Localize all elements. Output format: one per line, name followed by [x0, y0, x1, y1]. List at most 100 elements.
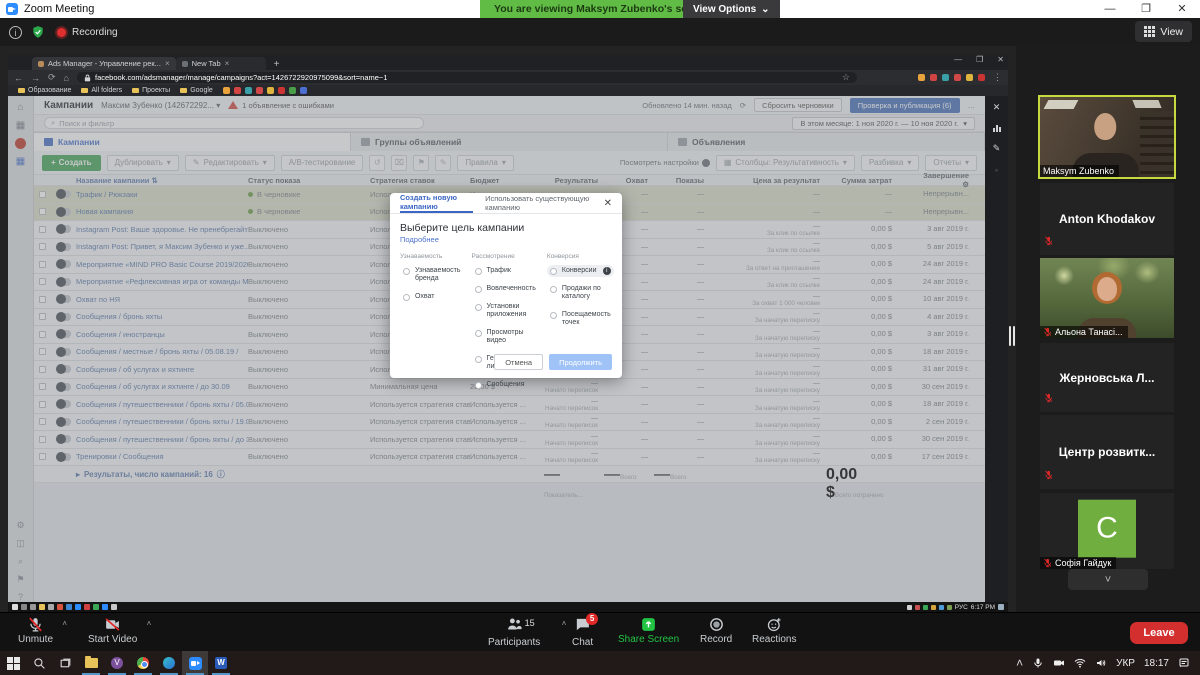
- language-indicator[interactable]: УКР: [1116, 658, 1135, 669]
- radio-icon[interactable]: [550, 268, 557, 275]
- objective-option[interactable]: Установки приложения: [472, 301, 539, 321]
- audio-options-caret[interactable]: ˄: [62, 619, 67, 628]
- security-shield-icon[interactable]: [31, 25, 45, 39]
- participant-tile[interactable]: Anton Khodakov: [1040, 183, 1174, 255]
- radio-icon[interactable]: [550, 312, 557, 319]
- reactions-button[interactable]: Reactions: [752, 616, 796, 645]
- radio-icon[interactable]: [475, 304, 482, 311]
- home-icon[interactable]: ⌂: [64, 73, 69, 83]
- back-icon[interactable]: ←: [14, 73, 23, 83]
- participants-button[interactable]: 15 Participants ˄: [488, 616, 540, 648]
- bookmark-star-icon[interactable]: ☆: [842, 72, 850, 83]
- record-button[interactable]: Record: [700, 616, 732, 645]
- taskbar-task-view[interactable]: [52, 651, 78, 675]
- video-options-caret[interactable]: ˄: [147, 619, 152, 628]
- share-screen-button[interactable]: Share Screen: [618, 616, 679, 645]
- restore-button[interactable]: ❐: [1128, 0, 1164, 18]
- more-participants-button[interactable]: ˅: [1068, 569, 1148, 590]
- participant-tile[interactable]: Maksym Zubenko: [1040, 97, 1174, 177]
- extension-icon[interactable]: [978, 74, 985, 81]
- taskbar-zoom[interactable]: [182, 651, 208, 675]
- objective-option[interactable]: Конверсииi: [547, 265, 614, 277]
- view-layout-button[interactable]: View: [1135, 21, 1192, 42]
- radio-icon[interactable]: [475, 356, 482, 363]
- tray-mic-icon[interactable]: [1032, 657, 1044, 669]
- objective-option[interactable]: Сообщения: [472, 379, 539, 391]
- circle-icon[interactable]: ◦: [995, 165, 998, 175]
- hidden-icons-chevron[interactable]: ˄: [1016, 656, 1023, 670]
- extension-icon[interactable]: [966, 74, 973, 81]
- pencil-icon[interactable]: ✎: [993, 143, 1001, 154]
- favicon-icon[interactable]: [223, 87, 230, 94]
- start-video-button[interactable]: Start Video ˄: [88, 616, 137, 645]
- participant-tile[interactable]: CСофія Гайдук: [1040, 493, 1174, 569]
- tab-create-new-campaign[interactable]: Создать новую кампанию: [400, 193, 473, 213]
- continue-button[interactable]: Продолжить: [549, 354, 612, 370]
- browser-minimize-button[interactable]: —: [954, 55, 962, 64]
- taskbar-word[interactable]: W: [208, 651, 234, 675]
- bookmark-item[interactable]: Google: [180, 87, 213, 94]
- browser-restore-button[interactable]: ❐: [976, 55, 983, 64]
- tab-close-icon[interactable]: ×: [225, 59, 230, 68]
- url-field[interactable]: facebook.com/adsmanager/manage/campaigns…: [77, 72, 857, 83]
- bookmark-item[interactable]: All folders: [81, 87, 122, 94]
- radio-icon[interactable]: [550, 286, 557, 293]
- modal-close-icon[interactable]: ✕: [604, 198, 612, 209]
- forward-icon[interactable]: →: [31, 73, 40, 83]
- action-center-icon[interactable]: [1178, 657, 1190, 669]
- objective-option[interactable]: Узнаваемость бренда: [400, 265, 464, 285]
- objective-option[interactable]: Посещаемость точек: [547, 309, 614, 329]
- clock[interactable]: 18:17: [1144, 658, 1169, 669]
- tray-volume-icon[interactable]: [1095, 657, 1107, 669]
- learn-more-link[interactable]: Подробнее: [400, 235, 612, 244]
- chat-button[interactable]: 5 Chat: [572, 616, 593, 648]
- tab-close-icon[interactable]: ×: [165, 59, 170, 68]
- taskbar-start[interactable]: [0, 651, 26, 675]
- radio-icon[interactable]: [403, 294, 410, 301]
- extension-icon[interactable]: [930, 74, 937, 81]
- participant-tile[interactable]: Центр розвитк...: [1040, 415, 1174, 489]
- browser-tab[interactable]: Ads Manager - Управление рек...×: [32, 57, 176, 70]
- extension-icon[interactable]: [954, 74, 961, 81]
- chart-icon[interactable]: [993, 124, 1001, 132]
- favicon-icon[interactable]: [300, 87, 307, 94]
- tray-camera-icon[interactable]: [1053, 657, 1065, 669]
- close-icon[interactable]: ✕: [993, 102, 1001, 113]
- favicon-icon[interactable]: [289, 87, 296, 94]
- reload-icon[interactable]: ⟳: [48, 72, 56, 83]
- favicon-icon[interactable]: [278, 87, 285, 94]
- radio-icon[interactable]: [475, 330, 482, 337]
- leave-button[interactable]: Leave: [1130, 622, 1188, 644]
- taskbar-search[interactable]: [26, 651, 52, 675]
- browser-tab[interactable]: New Tab×: [176, 57, 266, 70]
- browser-close-button[interactable]: ✕: [997, 55, 1004, 64]
- radio-icon[interactable]: [475, 268, 482, 275]
- close-button[interactable]: ✕: [1164, 0, 1200, 18]
- cancel-button[interactable]: Отмена: [494, 354, 543, 370]
- radio-icon[interactable]: [475, 286, 482, 293]
- favicon-icon[interactable]: [234, 87, 241, 94]
- radio-icon[interactable]: [403, 268, 410, 275]
- tray-wifi-icon[interactable]: [1074, 657, 1086, 669]
- bookmark-item[interactable]: Проекты: [132, 87, 170, 94]
- view-options-button[interactable]: View Options ⌄: [683, 0, 780, 18]
- extension-icon[interactable]: [918, 74, 925, 81]
- minimize-button[interactable]: —: [1092, 0, 1128, 18]
- objective-option[interactable]: Вовлеченность: [472, 283, 539, 295]
- panel-resize-handle[interactable]: [1009, 326, 1015, 346]
- objective-option[interactable]: Трафик: [472, 265, 539, 277]
- participants-caret[interactable]: ˄: [562, 619, 567, 628]
- favicon-icon[interactable]: [267, 87, 274, 94]
- taskbar-edge[interactable]: [156, 651, 182, 675]
- taskbar-viber[interactable]: V: [104, 651, 130, 675]
- info-icon[interactable]: i: [603, 267, 611, 275]
- favicon-icon[interactable]: [256, 87, 263, 94]
- bookmark-item[interactable]: Образование: [18, 87, 71, 94]
- unmute-button[interactable]: Unmute ˄: [18, 616, 53, 645]
- objective-option[interactable]: Просмотры видео: [472, 327, 539, 347]
- objective-option[interactable]: Продажи по каталогу: [547, 283, 614, 303]
- participant-tile[interactable]: Жерновська Л...: [1040, 343, 1174, 412]
- favicon-icon[interactable]: [245, 87, 252, 94]
- new-tab-button[interactable]: +: [274, 59, 280, 70]
- extension-icon[interactable]: [942, 74, 949, 81]
